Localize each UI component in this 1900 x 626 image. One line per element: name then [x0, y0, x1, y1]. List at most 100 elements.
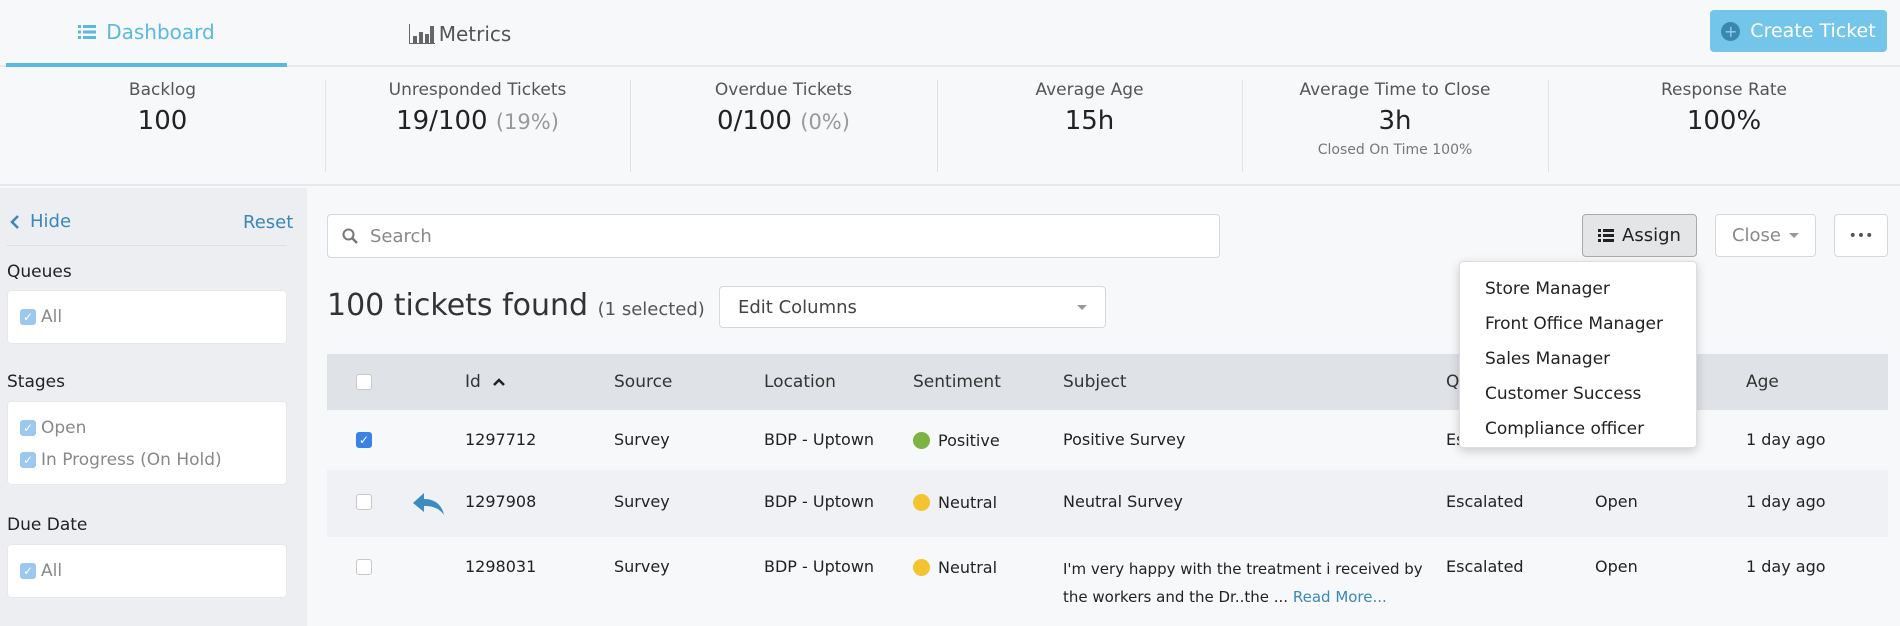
search-input[interactable] [370, 225, 1170, 247]
create-ticket-button[interactable]: + Create Ticket [1710, 10, 1887, 52]
checkbox-checked-icon[interactable]: ✓ [20, 563, 36, 579]
column-sentiment[interactable]: Sentiment [913, 372, 1001, 392]
tab-label: Metrics [438, 21, 512, 46]
queues-filter: ✓ All [8, 291, 286, 343]
sentiment-label: Neutral [938, 558, 998, 577]
ticket-stage: Open [1595, 557, 1638, 576]
stat-average-age: Average Age 15h [937, 68, 1242, 184]
stat-value: 100 [137, 106, 188, 136]
option-label: Open [41, 418, 87, 438]
search-icon [342, 228, 358, 244]
sort-ascending-icon [493, 378, 506, 386]
tab-metrics[interactable]: Metrics [330, 0, 590, 67]
menu-item-customer-success[interactable]: Customer Success [1460, 377, 1696, 412]
stat-label: Response Rate [1660, 80, 1788, 100]
ticket-sentiment: Neutral [913, 558, 997, 577]
hide-label: Hide [30, 211, 72, 232]
column-age[interactable]: Age [1746, 372, 1779, 392]
positive-dot-icon [913, 432, 930, 449]
column-id[interactable]: Id [465, 372, 506, 392]
reply-icon [413, 493, 444, 515]
menu-item-store-manager[interactable]: Store Manager [1460, 272, 1696, 307]
stat-overdue: Overdue Tickets 0/100 (0%) [630, 68, 937, 184]
stat-response-rate: Response Rate 100% [1548, 68, 1900, 184]
row-checkbox[interactable] [356, 559, 372, 575]
checkbox-checked-icon[interactable]: ✓ [20, 309, 36, 325]
ticket-subject[interactable]: I'm very happy with the treatment i rece… [1063, 555, 1438, 611]
queues-heading: Queues [7, 262, 72, 282]
ticket-stage: Open [1595, 492, 1638, 511]
ticket-location: BDP - Uptown [764, 430, 875, 449]
menu-item-sales-manager[interactable]: Sales Manager [1460, 342, 1696, 377]
sentiment-label: Positive [938, 431, 1000, 450]
stat-value: 15h [1064, 106, 1115, 136]
due-date-filter: ✓ All [8, 545, 286, 597]
stat-label: Overdue Tickets [714, 80, 853, 100]
chevron-left-icon [10, 214, 19, 229]
assign-button[interactable]: Assign [1582, 214, 1697, 257]
hide-sidebar-button[interactable]: Hide [10, 211, 71, 232]
neutral-dot-icon [913, 494, 930, 511]
reset-filters-link[interactable]: Reset [243, 212, 293, 233]
bar-chart-icon [408, 23, 435, 44]
list-icon [1598, 229, 1615, 242]
stat-unresponded: Unresponded Tickets 19/100 (19%) [325, 68, 630, 184]
caret-down-icon [1077, 304, 1087, 310]
row-checkbox[interactable]: ✓ [356, 432, 372, 448]
option-label: All [41, 561, 63, 581]
close-dropdown-button[interactable]: Close [1715, 214, 1816, 257]
ticket-subject[interactable]: Neutral Survey [1063, 492, 1183, 511]
stat-label: Average Age [1035, 80, 1144, 100]
table-row[interactable]: 1298031 Survey BDP - Uptown Neutral I'm … [327, 537, 1888, 626]
assign-label: Assign [1622, 225, 1681, 246]
divider [7, 245, 287, 246]
sentiment-label: Neutral [938, 493, 998, 512]
checkbox-checked-icon[interactable]: ✓ [20, 452, 36, 468]
read-more-link[interactable]: Read More... [1293, 588, 1387, 606]
filter-option[interactable]: ✓ All [20, 555, 274, 587]
filter-option[interactable]: ✓ Open [20, 412, 274, 444]
filter-option[interactable]: ✓ All [20, 301, 274, 333]
count-text: 100 tickets found [327, 288, 589, 323]
stages-filter: ✓ Open ✓ In Progress (On Hold) [8, 402, 286, 484]
table-row[interactable]: 1297908 Survey BDP - Uptown Neutral Neut… [327, 470, 1888, 537]
stat-percent: (19%) [495, 110, 559, 134]
column-label: Id [465, 372, 481, 392]
ticket-source: Survey [614, 492, 670, 511]
tab-dashboard[interactable]: Dashboard [6, 0, 287, 67]
column-subject[interactable]: Subject [1063, 372, 1127, 392]
column-location[interactable]: Location [764, 372, 836, 392]
column-source[interactable]: Source [614, 372, 672, 392]
option-label: In Progress (On Hold) [41, 450, 222, 470]
stat-label: Unresponded Tickets [388, 80, 567, 100]
ticket-age: 1 day ago [1746, 557, 1826, 576]
menu-item-front-office-manager[interactable]: Front Office Manager [1460, 307, 1696, 342]
row-checkbox[interactable] [356, 494, 372, 510]
ticket-id[interactable]: 1298031 [465, 557, 536, 576]
search-box[interactable] [327, 214, 1220, 258]
tab-label: Dashboard [106, 19, 215, 44]
checkbox-checked-icon[interactable]: ✓ [20, 420, 36, 436]
neutral-dot-icon [913, 559, 930, 576]
selected-count: (1 selected) [597, 299, 705, 320]
ticket-id[interactable]: 1297908 [465, 492, 536, 511]
ticket-location: BDP - Uptown [764, 557, 875, 576]
ticket-sentiment: Neutral [913, 493, 997, 512]
stat-value: 100% [1686, 106, 1762, 136]
select-all-checkbox[interactable] [356, 374, 372, 390]
stages-heading: Stages [7, 372, 65, 392]
stat-value: 3h [1378, 106, 1412, 136]
list-icon [78, 24, 97, 39]
more-options-button[interactable]: ••• [1834, 214, 1888, 257]
stat-value: 0/100 [717, 106, 792, 136]
ticket-subject[interactable]: Positive Survey [1063, 430, 1185, 449]
ticket-location: BDP - Uptown [764, 492, 875, 511]
edit-columns-select[interactable]: Edit Columns [719, 286, 1106, 328]
plus-circle-icon: + [1721, 21, 1741, 41]
close-label: Close [1731, 225, 1782, 246]
filter-option[interactable]: ✓ In Progress (On Hold) [20, 444, 274, 476]
stat-percent: (0%) [800, 110, 850, 134]
ticket-id[interactable]: 1297712 [465, 430, 536, 449]
option-label: All [41, 307, 63, 327]
menu-item-compliance-officer[interactable]: Compliance officer [1460, 412, 1696, 447]
